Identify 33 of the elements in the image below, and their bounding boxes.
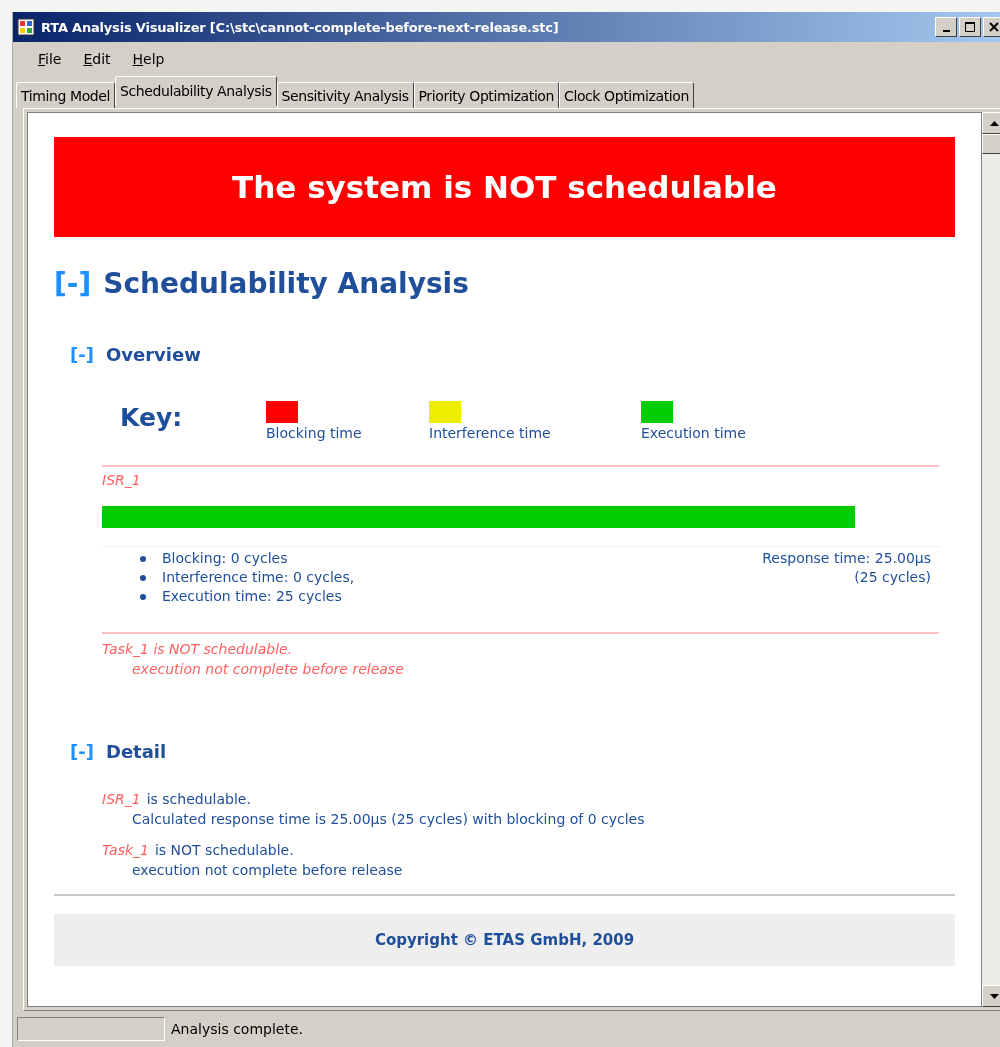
task-status: is schedulable. [146, 790, 251, 809]
failure-reason: execution not complete before release [132, 661, 404, 677]
status-text: Analysis complete. [171, 1021, 303, 1037]
legend-label: Blocking time [266, 424, 363, 443]
response-time: (25 cycles) [854, 568, 931, 587]
stat-item: Execution time: 25 cycles [162, 587, 342, 606]
task-name: ISR_1 [102, 471, 142, 490]
task-name: Task_1 [102, 841, 149, 860]
section-heading: Schedulability Analysis [103, 267, 469, 300]
legend-label: Execution time [641, 424, 747, 443]
window-title: RTA Analysis Visualizer [C:\stc\cannot-complete-before-next-release.stc] [41, 19, 560, 35]
menu-item[interactable]: Help [121, 51, 176, 67]
tab[interactable]: Priority Optimization [413, 82, 559, 108]
tab[interactable]: Timing Model [16, 82, 115, 108]
subsection-heading: Overview [105, 344, 201, 365]
task-note: Calculated response time is 25.00µs (25 cycles) with blocking of 0 cycles [132, 811, 645, 827]
tab[interactable]: Clock Optimization [559, 82, 694, 108]
stat-item: Interference time: 0 cycles, [162, 568, 355, 587]
copyright-footer: Copyright © ETAS GmbH, 2009 [54, 914, 955, 966]
menu-item[interactable]: File [27, 51, 73, 67]
failure-message: Task_1 is NOT schedulable. [102, 640, 294, 659]
status-banner: The system is NOT schedulable [54, 137, 955, 237]
tab[interactable]: Sensitivity Analysis [276, 82, 414, 108]
legend-label: Interference time [429, 424, 552, 443]
menu-item[interactable]: Edit [72, 51, 122, 67]
stat-item: Blocking: 0 cycles [162, 549, 288, 568]
task-note: execution not complete before release [132, 862, 403, 878]
task-name: ISR_1 [102, 790, 141, 809]
tab[interactable]: Schedulability Analysis [115, 76, 277, 106]
response-time: Response time: 25.00µs [762, 549, 931, 568]
task-status: is NOT schedulable. [155, 841, 294, 860]
key-label: Key: [120, 403, 184, 432]
subsection-heading: Detail [105, 741, 167, 762]
